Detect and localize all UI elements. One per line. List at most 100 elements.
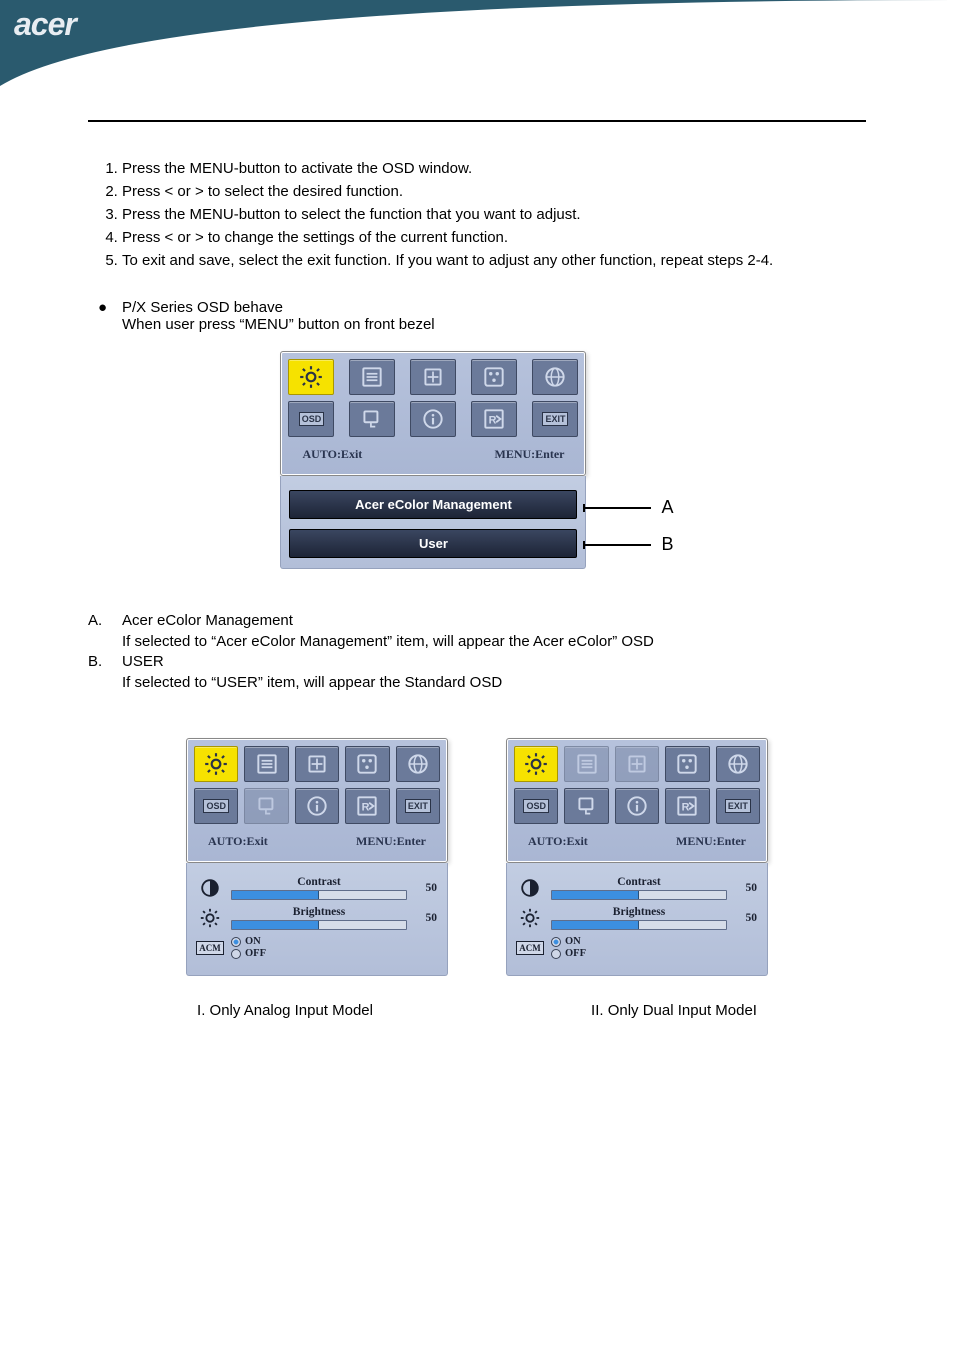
contrast-value: 50 bbox=[735, 882, 757, 894]
list-tab-icon[interactable] bbox=[349, 359, 395, 395]
small-osd-row: OSD R EXIT AUTO:Exit MENU:Enter Contrast bbox=[88, 738, 866, 976]
step-item: Press the MENU-button to activate the OS… bbox=[122, 158, 866, 179]
contrast-row[interactable]: Contrast 50 bbox=[197, 875, 437, 901]
step-item: Press < or > to change the settings of t… bbox=[122, 227, 866, 248]
color-tab-icon[interactable] bbox=[471, 359, 517, 395]
info-tab-icon[interactable] bbox=[615, 788, 659, 824]
brightness-tab-icon[interactable] bbox=[288, 359, 334, 395]
osd-tab-row-2: OSD R EXIT bbox=[288, 401, 578, 437]
reset-tab-icon[interactable]: R bbox=[471, 401, 517, 437]
lead-a: A bbox=[585, 497, 673, 518]
color-tab-icon[interactable] bbox=[665, 746, 709, 782]
brightness-row[interactable]: Brightness 50 bbox=[197, 905, 437, 931]
svg-text:R: R bbox=[682, 801, 690, 813]
exit-tab-icon[interactable]: EXIT bbox=[716, 788, 760, 824]
osd-main-panel: OSD R EXIT AUTO:Exit bbox=[280, 351, 586, 569]
contrast-row[interactable]: Contrast 50 bbox=[517, 875, 757, 901]
step-item: To exit and save, select the exit functi… bbox=[122, 250, 866, 271]
reset-tab-icon[interactable]: R bbox=[665, 788, 709, 824]
svg-text:R: R bbox=[362, 801, 370, 813]
hint-auto-exit: AUTO:Exit bbox=[208, 834, 268, 849]
globe-tab-icon[interactable] bbox=[532, 359, 578, 395]
osd-tab-icon[interactable]: OSD bbox=[194, 788, 238, 824]
brightness-icon bbox=[517, 905, 543, 931]
position-tab-icon[interactable] bbox=[295, 746, 339, 782]
brightness-value: 50 bbox=[415, 912, 437, 924]
brightness-tab-icon[interactable] bbox=[514, 746, 558, 782]
sub-b-title: USER bbox=[122, 652, 866, 673]
svg-text:R: R bbox=[489, 414, 497, 426]
behave-text: P/X Series OSD behave When user press “M… bbox=[122, 299, 866, 333]
acm-on-label: ON bbox=[565, 936, 581, 947]
acm-on-radio[interactable] bbox=[231, 937, 241, 947]
hint-menu-enter: MENU:Enter bbox=[676, 834, 746, 849]
lead-b: B bbox=[585, 534, 673, 555]
banner-user[interactable]: User bbox=[289, 529, 577, 558]
acm-icon: ACM bbox=[197, 935, 223, 961]
sub-b-desc: If selected to “USER” item, will appear … bbox=[88, 673, 866, 694]
instruction-steps: Press the MENU-button to activate the OS… bbox=[88, 158, 866, 271]
step-item: Press < or > to select the desired funct… bbox=[122, 181, 866, 202]
sub-b-label: B. bbox=[88, 652, 122, 673]
lead-a-label: A bbox=[661, 497, 673, 518]
brightness-tab-icon[interactable] bbox=[194, 746, 238, 782]
list-tab-icon bbox=[564, 746, 608, 782]
acm-off-label: OFF bbox=[245, 948, 266, 959]
contrast-label: Contrast bbox=[551, 876, 727, 888]
osd-dual: OSD R EXIT AUTO:Exit MENU:Enter Contrast bbox=[506, 738, 768, 976]
bullet-icon: ● bbox=[88, 299, 122, 333]
globe-tab-icon[interactable] bbox=[716, 746, 760, 782]
hint-auto-exit: AUTO:Exit bbox=[302, 447, 362, 462]
acm-row[interactable]: ACM ON OFF bbox=[517, 935, 757, 961]
color-tab-icon[interactable] bbox=[345, 746, 389, 782]
horizontal-rule bbox=[88, 120, 866, 122]
acm-row[interactable]: ACM ON OFF bbox=[197, 935, 437, 961]
list-tab-icon[interactable] bbox=[244, 746, 288, 782]
behave-title: P/X Series OSD behave bbox=[122, 299, 866, 316]
brightness-row[interactable]: Brightness 50 bbox=[517, 905, 757, 931]
page-content: Press the MENU-button to activate the OS… bbox=[0, 120, 954, 1059]
lead-b-label: B bbox=[661, 534, 673, 555]
reset-tab-icon[interactable]: R bbox=[345, 788, 389, 824]
brightness-value: 50 bbox=[735, 912, 757, 924]
position-tab-icon bbox=[615, 746, 659, 782]
behave-sub: When user press “MENU” button on front b… bbox=[122, 316, 866, 333]
contrast-icon bbox=[197, 875, 223, 901]
acm-on-label: ON bbox=[245, 936, 261, 947]
acm-off-label: OFF bbox=[565, 948, 586, 959]
signal-tab-icon bbox=[244, 788, 288, 824]
brand-logo: acer bbox=[14, 6, 76, 43]
osd-analog: OSD R EXIT AUTO:Exit MENU:Enter Contrast bbox=[186, 738, 448, 976]
captions-row: I. Only Analog Input Model II. Only Dual… bbox=[88, 1002, 866, 1019]
osd-tab-icon[interactable]: OSD bbox=[514, 788, 558, 824]
hint-auto-exit: AUTO:Exit bbox=[528, 834, 588, 849]
banner-ecolor[interactable]: Acer eColor Management bbox=[289, 490, 577, 519]
position-tab-icon[interactable] bbox=[410, 359, 456, 395]
caption-analog: I. Only Analog Input Model bbox=[197, 1002, 373, 1019]
behave-block: ● P/X Series OSD behave When user press … bbox=[88, 299, 866, 333]
hint-menu-enter: MENU:Enter bbox=[356, 834, 426, 849]
globe-tab-icon[interactable] bbox=[396, 746, 440, 782]
info-tab-icon[interactable] bbox=[410, 401, 456, 437]
contrast-label: Contrast bbox=[231, 876, 407, 888]
sub-list: A. Acer eColor Management If selected to… bbox=[88, 611, 866, 694]
exit-tab-icon[interactable]: EXIT bbox=[396, 788, 440, 824]
osd-tab-icon[interactable]: OSD bbox=[288, 401, 334, 437]
sub-a-desc: If selected to “Acer eColor Management” … bbox=[88, 632, 866, 653]
acm-on-radio[interactable] bbox=[551, 937, 561, 947]
step-item: Press the MENU-button to select the func… bbox=[122, 204, 866, 225]
acm-off-radio[interactable] bbox=[551, 949, 561, 959]
caption-dual: II. Only Dual Input ModeI bbox=[591, 1002, 757, 1019]
signal-tab-icon[interactable] bbox=[564, 788, 608, 824]
hint-menu-enter: MENU:Enter bbox=[495, 447, 565, 462]
info-tab-icon[interactable] bbox=[295, 788, 339, 824]
curve-graphic bbox=[0, 0, 954, 90]
contrast-value: 50 bbox=[415, 882, 437, 894]
sub-a-title: Acer eColor Management bbox=[122, 611, 866, 632]
exit-tab-icon[interactable]: EXIT bbox=[532, 401, 578, 437]
header-curve: acer bbox=[0, 0, 954, 90]
brightness-icon bbox=[197, 905, 223, 931]
signal-tab-icon[interactable] bbox=[349, 401, 395, 437]
acm-icon: ACM bbox=[517, 935, 543, 961]
acm-off-radio[interactable] bbox=[231, 949, 241, 959]
